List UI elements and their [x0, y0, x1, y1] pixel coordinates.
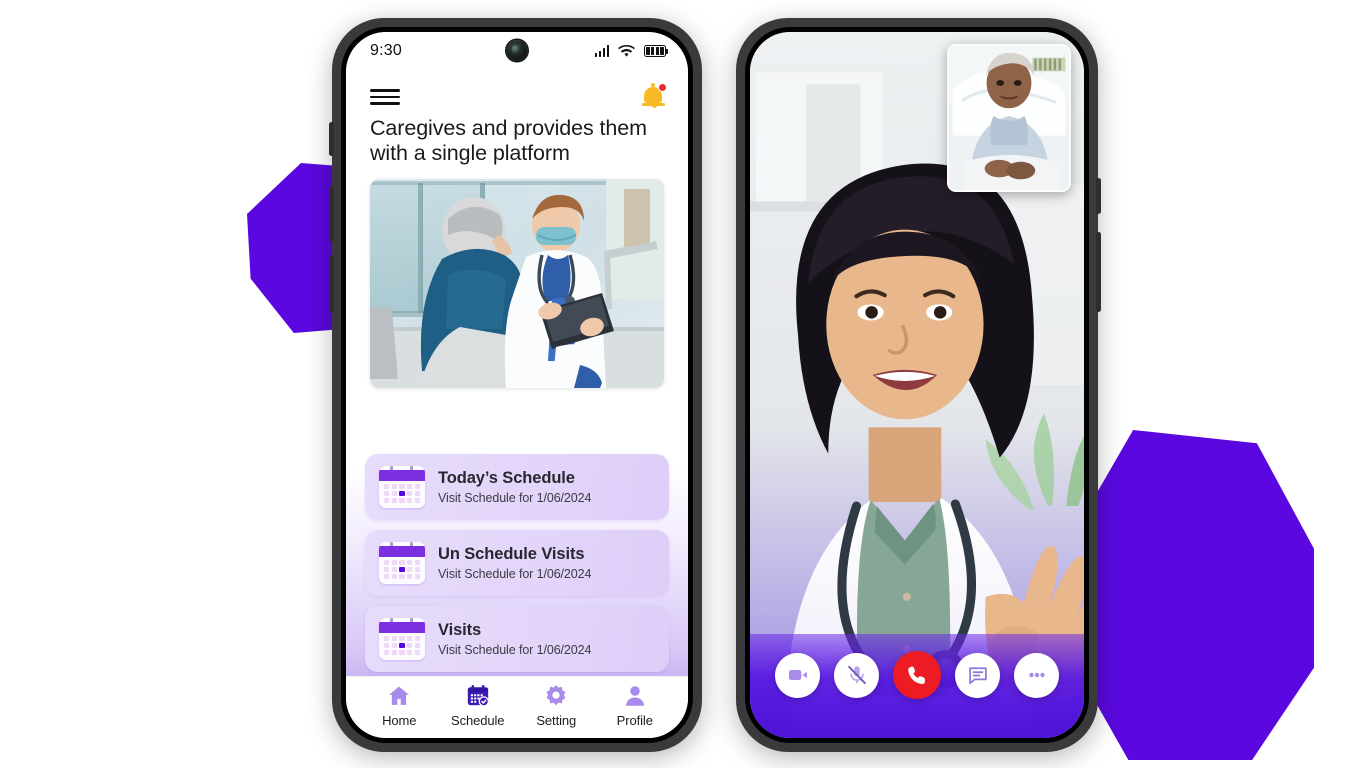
card-visits[interactable]: Visits Visit Schedule for 1/06/2024	[365, 606, 669, 672]
card-subtitle: Visit Schedule for 1/06/2024	[438, 491, 592, 505]
nav-label: Setting	[536, 713, 577, 728]
mute-microphone-button[interactable]	[834, 652, 879, 698]
purple-blob-right	[1076, 430, 1314, 760]
card-subtitle: Visit Schedule for 1/06/2024	[438, 643, 592, 657]
nav-item-schedule[interactable]: Schedule	[445, 683, 511, 728]
person-icon	[625, 686, 644, 706]
status-icons	[594, 44, 669, 58]
more-options-button[interactable]	[1014, 652, 1059, 698]
calendar-icon	[379, 618, 425, 660]
calendar-icon	[379, 542, 425, 584]
chat-bubble-icon	[968, 667, 987, 685]
status-time: 9:30	[370, 42, 402, 59]
promo-mockup-stage: 9:30 Caregives and provides them with a …	[0, 0, 1366, 768]
front-camera-icon	[506, 40, 528, 61]
phone-button-power[interactable]	[1096, 178, 1101, 214]
card-subtitle: Visit Schedule for 1/06/2024	[438, 567, 592, 581]
chat-button[interactable]	[955, 652, 1000, 698]
video-camera-icon	[788, 670, 807, 680]
phone-button-silent[interactable]	[329, 122, 334, 156]
nav-item-setting[interactable]: Setting	[523, 683, 589, 728]
nav-item-home[interactable]: Home	[366, 683, 432, 728]
bottom-navigation-bar: Home Schedule Setting Profile	[346, 676, 688, 738]
phone-mockup-right	[736, 18, 1101, 752]
schedule-cards-panel: Today’s Schedule Visit Schedule for 1/06…	[346, 436, 688, 676]
app-bar	[346, 70, 688, 114]
page-title: Caregives and provides them with a singl…	[370, 116, 647, 165]
video-call-screen	[750, 32, 1084, 738]
video-camera-button[interactable]	[775, 652, 820, 698]
hamburger-menu-icon[interactable]	[370, 87, 400, 107]
phone-button-volume-up[interactable]	[329, 186, 334, 242]
phone-handset-icon	[908, 666, 925, 685]
end-call-button[interactable]	[893, 651, 941, 699]
phone-screen-right	[750, 32, 1084, 738]
phone-bezel	[745, 27, 1089, 743]
card-title: Visits	[438, 621, 482, 639]
microphone-muted-icon	[847, 666, 866, 684]
gear-icon	[546, 684, 566, 706]
calendar-icon	[379, 466, 425, 508]
phone-bezel: 9:30 Caregives and provides them with a …	[341, 27, 693, 743]
card-title: Un Schedule Visits	[438, 545, 585, 563]
card-title: Today’s Schedule	[438, 469, 575, 487]
cellular-signal-icon	[594, 45, 609, 57]
ellipsis-icon	[1028, 672, 1045, 678]
phone-button-volume-down[interactable]	[329, 256, 334, 312]
wifi-icon	[618, 44, 635, 57]
nav-item-profile[interactable]: Profile	[602, 683, 668, 728]
battery-full-icon	[644, 45, 669, 57]
card-todays-schedule[interactable]: Today’s Schedule Visit Schedule for 1/06…	[365, 454, 669, 520]
calendar-check-icon	[467, 684, 489, 707]
nav-label: Schedule	[451, 713, 505, 728]
nav-label: Profile	[616, 713, 653, 728]
phone-mockup-left: 9:30 Caregives and provides them with a …	[329, 18, 702, 752]
notification-badge	[658, 83, 667, 92]
nav-label: Home	[382, 713, 417, 728]
phone-button-volume[interactable]	[1096, 232, 1101, 312]
hero-image	[370, 179, 664, 389]
home-icon	[389, 686, 410, 705]
phone-screen-left: 9:30 Caregives and provides them with a …	[346, 32, 688, 738]
bell-icon[interactable]	[641, 83, 667, 110]
card-un-schedule-visits[interactable]: Un Schedule Visits Visit Schedule for 1/…	[365, 530, 669, 596]
call-controls-bar	[750, 634, 1084, 738]
pip-video-feed[interactable]	[947, 44, 1071, 192]
